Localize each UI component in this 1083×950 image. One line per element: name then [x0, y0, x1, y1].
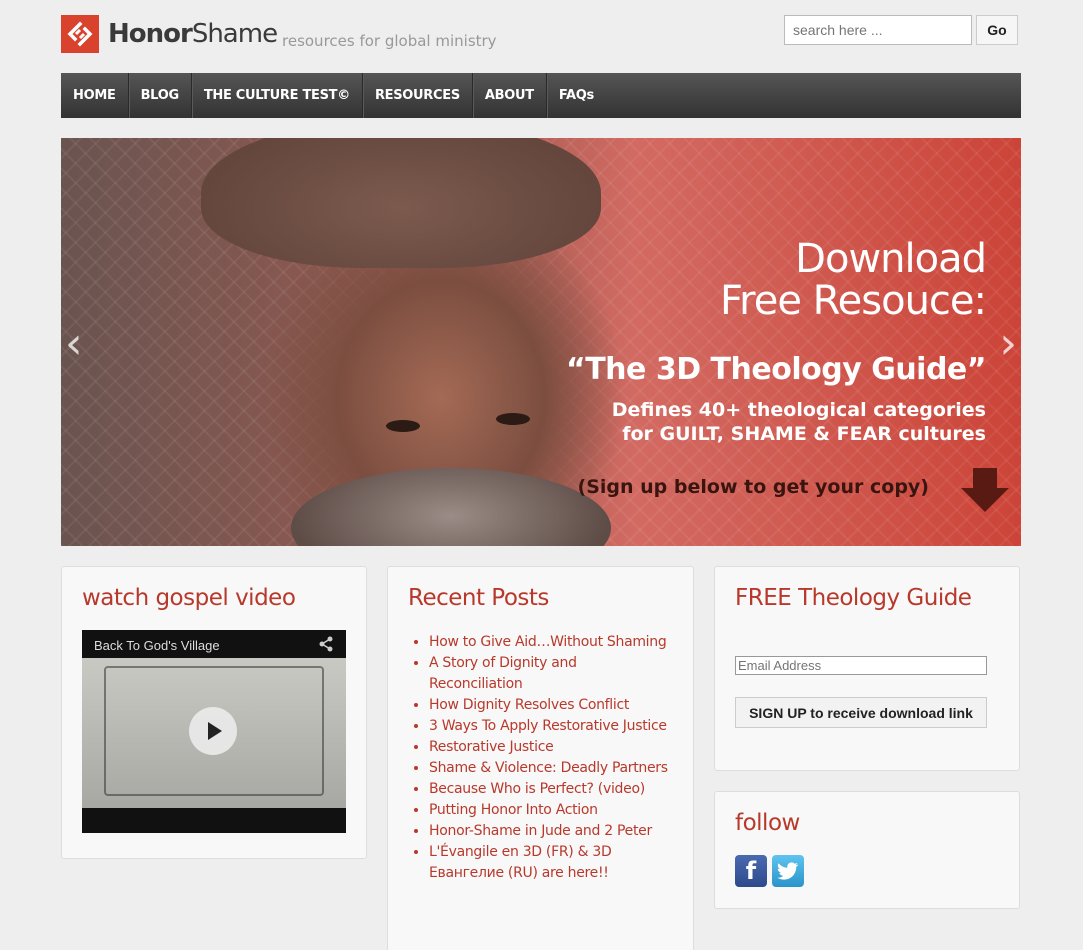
video-widget-title: watch gospel video — [82, 585, 296, 611]
hero-guide-title: “The 3D Theology Guide” — [566, 352, 987, 387]
site-tagline: resources for global ministry — [282, 32, 497, 50]
hero-slider[interactable]: Download Free Resouce: “The 3D Theology … — [61, 138, 1021, 546]
hero-eye-left — [386, 420, 420, 432]
hero-description: Defines 40+ theological categories for G… — [612, 398, 986, 446]
theology-guide-title: FREE Theology Guide — [735, 585, 972, 611]
hero-headline-2: Free Resouce: — [720, 278, 987, 324]
play-icon[interactable] — [189, 707, 237, 755]
chevron-right-icon[interactable]: › — [999, 318, 1017, 369]
post-link[interactable]: Putting Honor Into Action — [429, 800, 669, 821]
email-field[interactable] — [735, 656, 987, 675]
recent-posts-widget: Recent Posts How to Give Aid…Without Sha… — [387, 566, 694, 950]
hero-headline-1: Download — [795, 236, 987, 282]
post-link[interactable]: Honor-Shame in Jude and 2 Peter — [429, 821, 669, 842]
facebook-icon[interactable]: f — [735, 855, 767, 887]
video-widget: watch gospel video Back To God's Village — [61, 566, 367, 859]
post-link[interactable]: L'Évangile en 3D (FR) & 3D Евангелие (RU… — [429, 842, 669, 884]
nav-culture-test[interactable]: THE CULTURE TEST© — [192, 73, 363, 118]
follow-widget: follow f — [714, 791, 1020, 909]
recent-posts-title: Recent Posts — [408, 585, 549, 611]
video-title[interactable]: Back To God's Village — [94, 638, 220, 653]
logo-text: HonorShame — [108, 19, 278, 49]
post-link[interactable]: Shame & Violence: Deadly Partners — [429, 758, 669, 779]
nav-home[interactable]: HOME — [61, 73, 129, 118]
hero-hat-shape — [201, 138, 601, 268]
signup-button[interactable]: SIGN UP to receive download link — [735, 697, 987, 728]
post-link[interactable]: 3 Ways To Apply Restorative Justice — [429, 716, 669, 737]
site-logo[interactable]: HonorShame — [61, 15, 278, 53]
chevron-left-icon[interactable]: ‹ — [65, 318, 83, 369]
video-player[interactable]: Back To God's Village — [82, 630, 346, 833]
nav-about[interactable]: ABOUT — [473, 73, 547, 118]
hero-eye-right — [496, 413, 530, 425]
follow-title: follow — [735, 810, 800, 836]
post-link[interactable]: Restorative Justice — [429, 737, 669, 758]
hero-description-line-1: Defines 40+ theological categories — [611, 399, 986, 421]
nav-resources[interactable]: RESOURCES — [363, 73, 473, 118]
nav-faqs[interactable]: FAQs — [547, 73, 606, 118]
share-icon[interactable] — [318, 636, 334, 657]
search-input[interactable] — [784, 15, 972, 45]
twitter-icon[interactable] — [772, 855, 804, 887]
hero-portrait-image — [61, 138, 661, 546]
recent-posts-list: How to Give Aid…Without Shaming A Story … — [429, 632, 669, 884]
post-link[interactable]: How Dignity Resolves Conflict — [429, 695, 669, 716]
post-link[interactable]: Because Who is Perfect? (video) — [429, 779, 669, 800]
post-link[interactable]: A Story of Dignity and Reconciliation — [429, 653, 669, 695]
hero-signup-text: (Sign up below to get your copy) — [577, 476, 929, 498]
hero-description-line-2: for GUILT, SHAME & FEAR cultures — [622, 423, 986, 445]
hero-beard-shape — [291, 468, 611, 546]
logo-mark-icon — [61, 15, 99, 53]
theology-guide-widget: FREE Theology Guide SIGN UP to receive d… — [714, 566, 1020, 771]
post-link[interactable]: How to Give Aid…Without Shaming — [429, 632, 669, 653]
main-nav: HOME BLOG THE CULTURE TEST© RESOURCES AB… — [61, 73, 1021, 118]
search-button[interactable]: Go — [976, 15, 1018, 45]
nav-blog[interactable]: BLOG — [129, 73, 192, 118]
